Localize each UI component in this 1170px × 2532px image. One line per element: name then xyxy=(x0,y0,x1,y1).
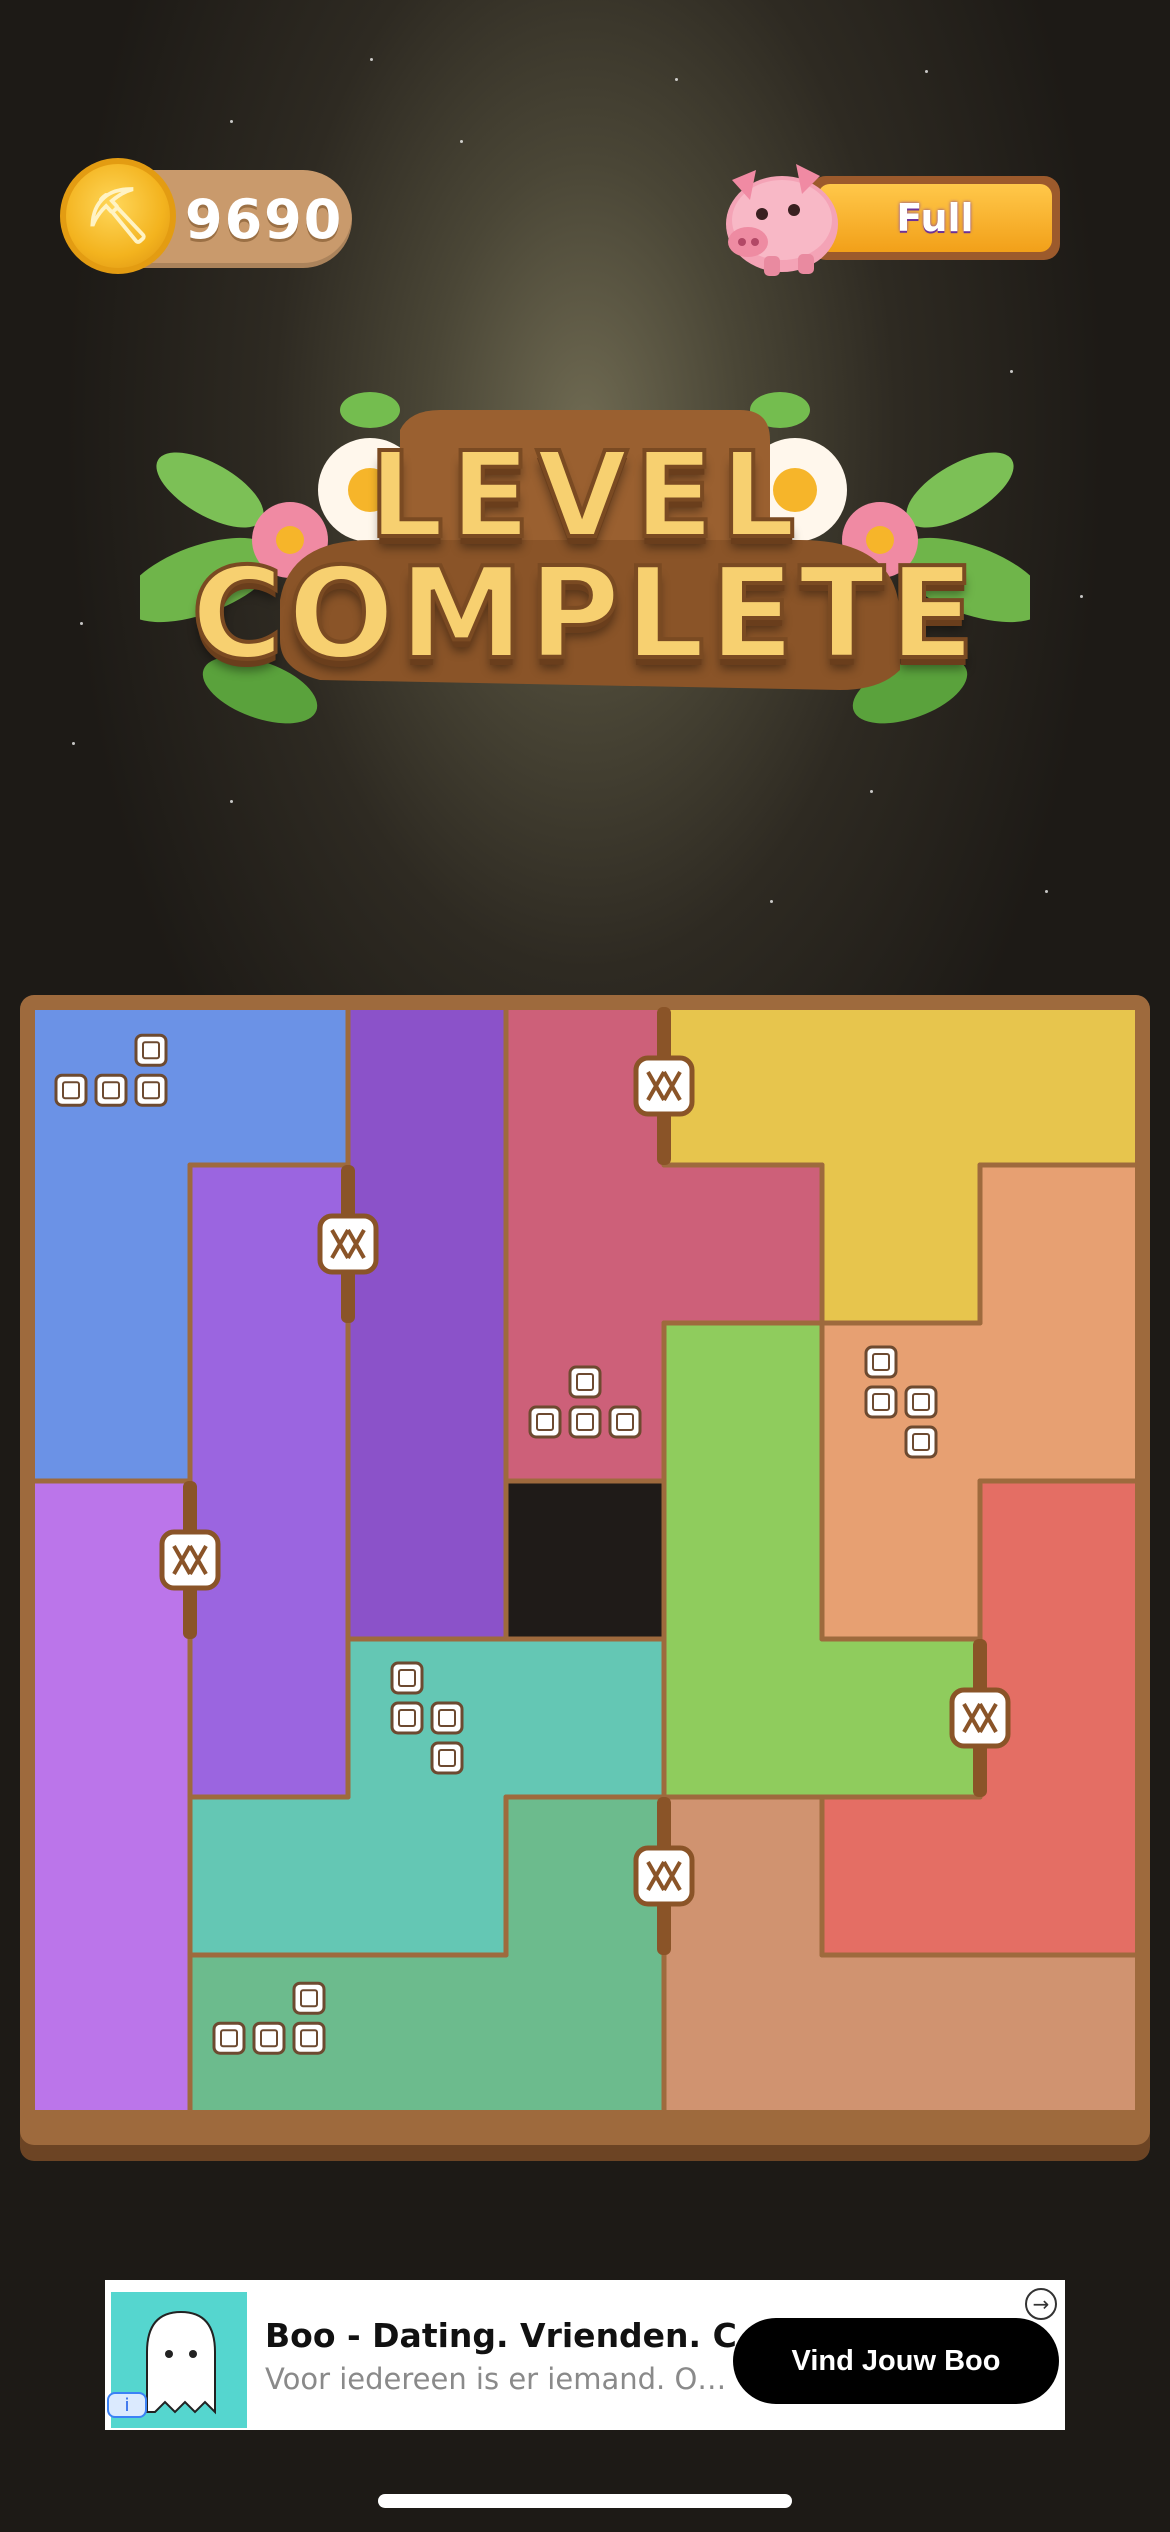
board-cell xyxy=(348,1481,506,1639)
star xyxy=(1080,595,1083,598)
ad-close-icon[interactable]: → xyxy=(1025,2288,1057,2320)
star xyxy=(925,70,928,73)
board-cell xyxy=(664,1955,822,2113)
board-cell xyxy=(32,1797,190,1955)
piece-tile xyxy=(390,1661,424,1695)
board-cell xyxy=(348,1007,506,1165)
puzzle-board xyxy=(20,995,1150,2145)
piece-tile xyxy=(430,1701,464,1735)
ad-title: Boo - Dating. Vrienden. C… xyxy=(265,2316,770,2355)
board-cell xyxy=(822,1007,980,1165)
board-cell xyxy=(190,1007,348,1165)
star xyxy=(460,140,463,143)
piece-tile xyxy=(904,1425,938,1459)
board-cell xyxy=(190,1323,348,1481)
board-cell xyxy=(664,1165,822,1323)
piece-tile xyxy=(864,1385,898,1419)
piece-tile xyxy=(252,2021,286,2055)
star xyxy=(675,78,678,81)
gate-lock-icon xyxy=(633,1055,695,1117)
board-cell xyxy=(980,1165,1138,1323)
piece-tile xyxy=(292,2021,326,2055)
piece-tile xyxy=(212,2021,246,2055)
board-hole xyxy=(506,1481,664,1639)
piece-tile xyxy=(134,1073,168,1107)
star xyxy=(72,742,75,745)
board-cell xyxy=(190,1797,348,1955)
piece-tile xyxy=(134,1033,168,1067)
piece-tile xyxy=(54,1073,88,1107)
board-cell xyxy=(32,1955,190,2113)
piece-tile xyxy=(390,1701,424,1735)
board-cell xyxy=(980,1007,1138,1165)
board-grid xyxy=(23,998,1147,2122)
board-cell xyxy=(980,1797,1138,1955)
board-cell xyxy=(190,1639,348,1797)
board-cell xyxy=(348,1323,506,1481)
board-cell xyxy=(822,1797,980,1955)
ad-subtitle: Voor iedereen is er iemand. O… xyxy=(265,2362,727,2396)
ad-info-icon[interactable]: i xyxy=(107,2392,147,2418)
board-cell xyxy=(822,1165,980,1323)
gate-lock-icon xyxy=(159,1529,221,1591)
star xyxy=(770,900,773,903)
gate-lock-icon xyxy=(317,1213,379,1275)
piece-tile xyxy=(568,1365,602,1399)
ad-banner[interactable]: i Boo - Dating. Vrienden. C… Voor iedere… xyxy=(105,2280,1065,2430)
board-cell xyxy=(348,1797,506,1955)
board-cell xyxy=(980,1955,1138,2113)
piece-tile xyxy=(864,1345,898,1379)
star xyxy=(370,58,373,61)
star xyxy=(230,120,233,123)
board-cell xyxy=(822,1955,980,2113)
star xyxy=(870,790,873,793)
star xyxy=(230,800,233,803)
piece-tile xyxy=(528,1405,562,1439)
board-cell xyxy=(506,1955,664,2113)
level-complete-banner: LEVEL COMPLETE xyxy=(140,370,1030,740)
board-cell xyxy=(664,1481,822,1639)
piece-tile xyxy=(94,1073,128,1107)
coin-value: 9690 xyxy=(185,188,344,251)
board-cell xyxy=(348,1955,506,2113)
board-cell xyxy=(822,1323,980,1481)
home-indicator[interactable] xyxy=(378,2494,792,2508)
board-cell xyxy=(506,1165,664,1323)
board-cell xyxy=(664,1323,822,1481)
ad-cta-button[interactable]: Vind Jouw Boo xyxy=(733,2318,1059,2404)
board-cell xyxy=(32,1323,190,1481)
board-cell xyxy=(348,1639,506,1797)
piece-tile xyxy=(904,1385,938,1419)
star xyxy=(80,622,83,625)
board-cell xyxy=(32,1165,190,1323)
board-cell xyxy=(32,1639,190,1797)
piece-tile xyxy=(608,1405,642,1439)
board-cell xyxy=(506,1639,664,1797)
board-cell xyxy=(506,1323,664,1481)
piece-tile xyxy=(292,1981,326,2015)
board-cell xyxy=(822,1481,980,1639)
board-cell xyxy=(980,1481,1138,1639)
board-cell xyxy=(980,1323,1138,1481)
piece-tile xyxy=(568,1405,602,1439)
board-cell xyxy=(664,1639,822,1797)
banner-complete-text: COMPLETE xyxy=(189,538,979,689)
gate-lock-icon xyxy=(633,1845,695,1907)
piggy-bank-icon xyxy=(726,164,838,276)
piggy-status: Full xyxy=(818,184,1052,252)
gate-lock-icon xyxy=(949,1687,1011,1749)
star xyxy=(1045,890,1048,893)
coin-icon: ⛏ xyxy=(60,158,176,274)
piece-tile xyxy=(430,1741,464,1775)
